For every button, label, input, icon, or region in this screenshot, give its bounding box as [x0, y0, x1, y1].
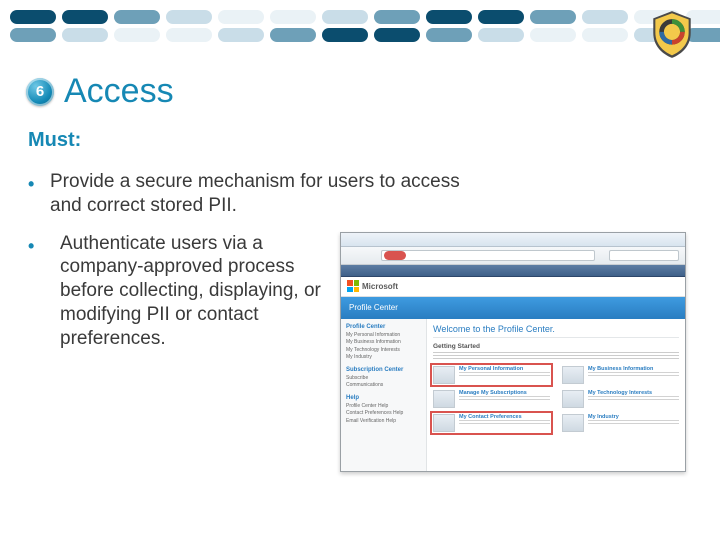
url-highlight-badge [384, 251, 406, 260]
screenshot-sidebar: Profile Center My Personal Information M… [341, 319, 427, 471]
decorative-header-band [0, 0, 720, 54]
brand-text: Microsoft [362, 282, 398, 291]
shield-icon [646, 4, 698, 64]
bullet-dot-icon: • [28, 232, 42, 258]
microsoft-logo-icon [347, 280, 359, 292]
bullet-item: • Authenticate users via a company-appro… [28, 232, 694, 472]
page-header-bar: Profile Center [341, 297, 685, 319]
bullet-dot-icon: • [28, 170, 42, 218]
tile-highlighted: My Personal Information [433, 366, 550, 384]
bullet-item: • Provide a secure mechanism for users t… [28, 170, 694, 218]
step-number-badge: 6 [26, 78, 54, 106]
tile-highlighted: My Contact Preferences [433, 414, 550, 432]
slide-title-row: 6 Access [0, 54, 720, 115]
section-subhead: Must: [0, 115, 720, 152]
page-title: Access [64, 72, 174, 111]
bullet-text: Authenticate users via a company-approve… [60, 232, 330, 351]
embedded-screenshot: Microsoft Profile Center Profile Center … [340, 232, 686, 472]
bullet-text: Provide a secure mechanism for users to … [50, 170, 480, 218]
screenshot-welcome: Welcome to the Profile Center. [433, 324, 679, 334]
